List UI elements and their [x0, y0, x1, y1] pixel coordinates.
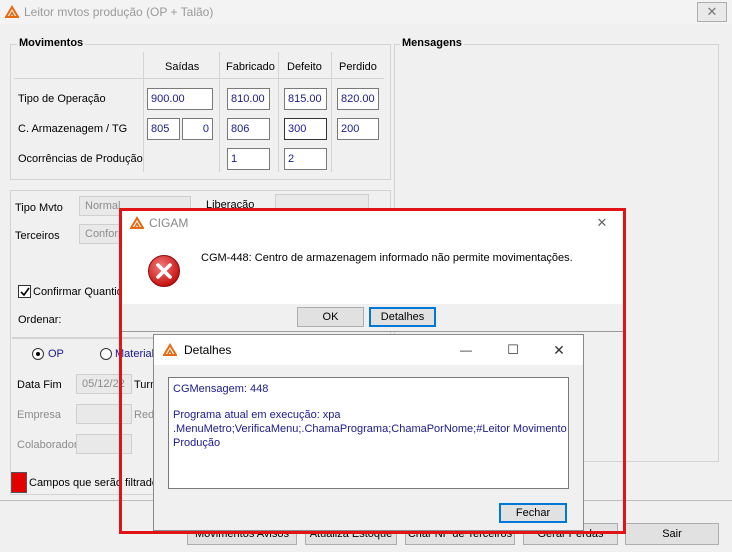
details-line: Programa atual em execução: xpa [173, 409, 341, 421]
confirmar-checkbox[interactable] [18, 285, 31, 298]
tipo-mvto-label: Tipo Mvto [15, 202, 63, 214]
main-titlebar: Leitor mvtos produção (OP + Talão) ✕ [0, 0, 732, 24]
maximize-button[interactable]: ☐ [493, 339, 533, 361]
legend-label: Campos que serão filtrados [29, 477, 164, 489]
armazenagem-fabricado-input[interactable]: 806 [227, 118, 270, 140]
error-icon [148, 255, 180, 287]
col-header-perdido: Perdido [339, 61, 377, 73]
col-header-fabricado: Fabricado [226, 61, 275, 73]
tipo-operacao-defeito-input[interactable]: 815.00 [284, 88, 327, 110]
app-logo-icon [5, 5, 19, 18]
armazenagem-label: C. Armazenagem / TG [18, 123, 128, 135]
armazenagem-perdido-input[interactable]: 200 [337, 118, 379, 140]
details-line: CGMensagem: 448 [173, 383, 269, 395]
mensagens-group-label: Mensagens [400, 37, 464, 49]
movimentos-group-label: Movimentos [17, 37, 86, 49]
window-close-button[interactable]: ✕ [697, 2, 727, 22]
tipo-operacao-fabricado-input[interactable]: 810.00 [227, 88, 270, 110]
detalhes-button[interactable]: Detalhes [369, 307, 436, 327]
colaborador-input[interactable] [76, 434, 132, 454]
radio-op[interactable] [32, 348, 44, 360]
details-dialog-titlebar: Detalhes — ☐ ✕ [154, 335, 583, 365]
details-line: Produção [173, 437, 221, 449]
tipo-operacao-label: Tipo de Operação [18, 93, 106, 105]
tipo-operacao-saidas-input[interactable]: 900.00 [147, 88, 213, 110]
details-dialog-close-button[interactable]: ✕ [539, 339, 579, 361]
armazenagem-tg-input[interactable]: 0 [182, 118, 213, 140]
col-header-saidas: Saídas [165, 61, 200, 73]
ocorrencias-defeito-input[interactable]: 2 [284, 148, 327, 170]
error-dialog-body: CGM-448: Centro de armazenagem informado… [121, 237, 623, 304]
checkmark-icon [20, 287, 30, 297]
ocorrencias-label: Ocorrências de Produção [18, 153, 143, 165]
empresa-label: Empresa [17, 409, 62, 421]
ocorrencias-fabricado-input[interactable]: 1 [227, 148, 270, 170]
grid-divider [331, 52, 332, 172]
grid-divider [143, 52, 144, 172]
radio-material-label: Material [115, 348, 155, 360]
app-logo-icon [163, 343, 177, 356]
minimize-button[interactable]: — [446, 339, 486, 361]
armazenagem-saidas-input[interactable]: 805 [147, 118, 180, 140]
app-logo-icon [130, 216, 144, 229]
ordenar-label: Ordenar: [18, 314, 62, 326]
grid-divider [278, 52, 279, 172]
error-dialog-titlebar: CIGAM ✕ [121, 209, 623, 237]
tipo-operacao-perdido-input[interactable]: 820.00 [337, 88, 379, 110]
details-dialog-title: Detalhes [184, 343, 232, 357]
legend-swatch [11, 472, 27, 493]
fechar-button[interactable]: Fechar [499, 503, 567, 523]
armazenagem-defeito-input[interactable]: 300 [284, 118, 327, 140]
radio-dot [36, 352, 40, 356]
error-dialog-close-button[interactable]: ✕ [587, 212, 617, 234]
ok-button[interactable]: OK [297, 307, 364, 327]
sair-button[interactable]: Sair [625, 523, 719, 545]
data-fim-input[interactable]: 05/12/22 [76, 374, 132, 394]
col-header-defeito: Defeito [287, 61, 322, 73]
grid-header-divider [14, 78, 384, 79]
window-title: Leitor mvtos produção (OP + Talão) [24, 5, 214, 19]
red-label: Red [134, 409, 155, 421]
radio-op-label: OP [48, 348, 64, 360]
details-dialog: Detalhes — ☐ ✕ CGMensagem: 448 Programa … [153, 334, 584, 531]
radio-material[interactable] [100, 348, 112, 360]
error-dialog-title: CIGAM [149, 216, 189, 230]
error-message: CGM-448: Centro de armazenagem informado… [201, 252, 573, 264]
grid-divider [219, 52, 220, 172]
terceiros-label: Terceiros [15, 230, 60, 242]
details-text-area[interactable]: CGMensagem: 448 Programa atual em execuç… [168, 377, 569, 489]
empresa-input[interactable] [76, 404, 132, 424]
error-dialog: CIGAM ✕ CGM-448: Centro de armazenagem i… [120, 208, 624, 332]
data-fim-label: Data Fim [17, 379, 62, 391]
confirmar-label: Confirmar Quantid [33, 286, 123, 298]
colaborador-label: Colaborador [17, 439, 78, 451]
details-line: .MenuMetro;VerificaMenu;.ChamaPrograma;C… [173, 423, 567, 435]
